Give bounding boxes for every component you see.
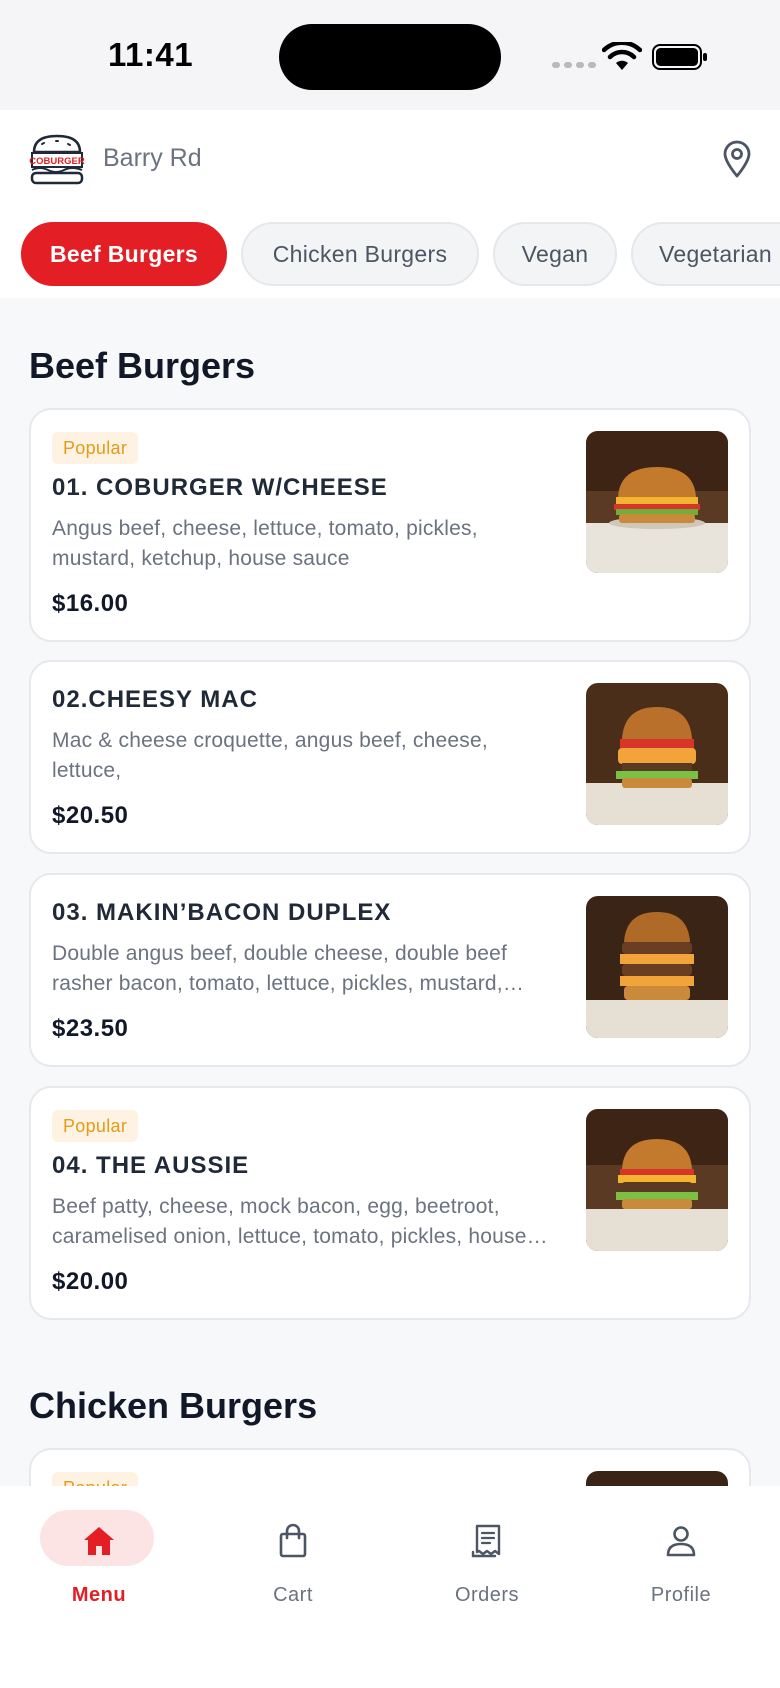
item-image	[586, 1109, 728, 1251]
coburger-logo[interactable]: COBURGER	[28, 130, 86, 188]
status-time: 11:41	[108, 36, 194, 73]
status-bar: 11:41	[0, 0, 780, 110]
tab-vegetarian[interactable]: Vegetarian	[631, 222, 780, 286]
menu-item-card[interactable]: 02.CHEESY MAC Mac & cheese croquette, an…	[29, 660, 751, 854]
item-image	[586, 896, 728, 1038]
burger-photo-icon	[586, 1109, 728, 1251]
item-price: $23.50	[52, 1015, 129, 1042]
item-description: Double angus beef, double cheese, double…	[52, 942, 508, 995]
map-pin-icon[interactable]	[722, 140, 752, 178]
category-tabs: Beef Burgers Chicken Burgers Vegan Veget…	[0, 222, 780, 288]
signal-icon	[552, 62, 596, 68]
nav-label-menu: Menu	[71, 1584, 127, 1606]
item-name: 02.CHEESY MAC	[52, 686, 258, 713]
nav-item-profile[interactable]: Profile	[601, 1510, 761, 1610]
menu-item-card[interactable]: 03. MAKIN’BACON DUPLEX Double angus beef…	[29, 873, 751, 1067]
burger-photo-icon	[586, 896, 728, 1038]
nav-item-cart[interactable]: Cart	[213, 1510, 373, 1610]
item-name: 01. COBURGER W/CHEESE	[52, 474, 388, 501]
tab-vegan[interactable]: Vegan	[493, 222, 617, 286]
section-title-beef-burgers: Beef Burgers	[29, 345, 256, 386]
burger-photo-icon	[586, 431, 728, 573]
receipt-icon	[471, 1524, 501, 1558]
store-name[interactable]: Barry Rd	[103, 144, 202, 173]
dynamic-island	[279, 24, 501, 90]
item-price: $20.00	[52, 1268, 129, 1295]
store-header: COBURGER Barry Rd Beef Burgers Chicken B…	[0, 110, 780, 298]
menu-item-card[interactable]: Popular 01. COBURGER W/CHEESE Angus beef…	[29, 408, 751, 642]
nav-item-orders[interactable]: Orders	[407, 1510, 567, 1610]
nav-label-cart: Cart	[273, 1584, 313, 1606]
burger-photo-icon	[586, 683, 728, 825]
popular-badge: Popular	[52, 432, 139, 464]
home-icon	[84, 1527, 114, 1555]
item-price: $16.00	[52, 590, 129, 617]
item-description: Beef patty, cheese, mock bacon, egg, bee…	[52, 1195, 527, 1248]
tab-beef-burgers[interactable]: Beef Burgers	[21, 222, 227, 286]
tab-chicken-burgers[interactable]: Chicken Burgers	[241, 222, 479, 286]
item-image	[586, 431, 728, 573]
item-name: 03. MAKIN’BACON DUPLEX	[52, 899, 392, 926]
item-price: $20.50	[52, 802, 129, 829]
battery-icon	[652, 44, 707, 70]
nav-label-orders: Orders	[454, 1584, 520, 1606]
nav-item-menu[interactable]: Menu	[19, 1510, 179, 1610]
wifi-icon	[602, 42, 642, 70]
bottom-nav: Menu Cart Orders Profile	[0, 1486, 780, 1688]
section-title-chicken-burgers: Chicken Burgers	[29, 1385, 318, 1426]
nav-label-profile: Profile	[650, 1584, 712, 1606]
item-description: Mac & cheese croquette, angus beef, chee…	[52, 729, 488, 782]
item-image	[586, 683, 728, 825]
svg-text:COBURGER: COBURGER	[29, 156, 85, 167]
menu-item-card[interactable]: Popular 04. THE AUSSIE Beef patty, chees…	[29, 1086, 751, 1320]
popular-badge: Popular	[52, 1110, 139, 1142]
item-description: Angus beef, cheese, lettuce, tomato, pic…	[52, 517, 478, 570]
user-icon	[666, 1526, 696, 1557]
shopping-bag-icon	[279, 1523, 307, 1558]
item-name: 04. THE AUSSIE	[52, 1152, 250, 1179]
app-screen: 11:41 COBURGER Barry Rd Beef Burgers Chi…	[0, 0, 780, 1688]
